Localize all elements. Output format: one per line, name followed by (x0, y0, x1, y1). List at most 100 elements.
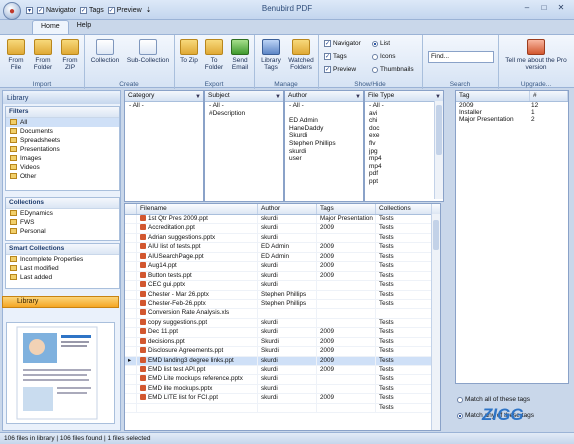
list-item[interactable]: mp4 (365, 155, 443, 163)
dropdown-icon[interactable]: ▼ (355, 92, 361, 102)
smart-item-incomplete[interactable]: Incomplete Properties (6, 255, 119, 264)
filter-item-all[interactable]: All (6, 118, 119, 127)
table-row[interactable]: Dec 11.ppt skurdi 2009 Tests (125, 328, 440, 338)
category-filter-header[interactable]: Category ▼ (125, 91, 203, 102)
table-row[interactable]: AIUSearchPage.ppt ED Admin 2009 Tests (125, 252, 440, 263)
category-filter-list[interactable]: Category ▼ - All - (124, 90, 204, 202)
filetype-filter-header[interactable]: File Type ▼ (365, 91, 443, 102)
filters-header[interactable]: Filters (6, 107, 119, 118)
collection-item-fws[interactable]: FWS (6, 218, 119, 227)
view-list-radio[interactable]: List (372, 40, 390, 47)
collection-button[interactable]: Collection (88, 39, 122, 64)
column-author[interactable]: Author (258, 204, 317, 214)
list-item[interactable]: - All - (285, 102, 363, 110)
view-icons-radio[interactable]: Icons (372, 53, 396, 60)
close-icon[interactable]: ✕ (553, 2, 569, 14)
list-item[interactable]: HaneDaddy (285, 125, 363, 133)
to-zip-button[interactable]: To Zip (178, 39, 200, 64)
tab-home[interactable]: Home (32, 20, 69, 34)
library-tags-button[interactable]: Library Tags (258, 39, 284, 71)
to-folder-button[interactable]: To Folder (202, 39, 226, 71)
column-tags[interactable]: Tags (317, 204, 376, 214)
view-thumbnails-radio[interactable]: Thumbnails (372, 66, 414, 73)
list-item[interactable]: pdf (365, 170, 443, 178)
app-menu-orb-icon[interactable]: ● (3, 2, 21, 20)
filetype-filter-list[interactable]: File Type ▼ - All - avi chi doc exe flv j… (364, 90, 444, 202)
filter-item-videos[interactable]: Videos (6, 163, 119, 172)
list-item[interactable] (285, 110, 363, 118)
maximize-icon[interactable]: □ (536, 2, 552, 14)
filter-item-documents[interactable]: Documents (6, 127, 119, 136)
table-row[interactable]: EMD Lite mockups reference.pptx skurdi Tes… (125, 375, 440, 385)
list-item[interactable]: doc (365, 125, 443, 133)
smart-collections-header[interactable]: Smart Collections (6, 244, 119, 255)
list-item[interactable]: Skurdi (285, 132, 363, 140)
table-row[interactable]: copy suggestions.ppt skurdi Tests (125, 318, 440, 329)
watched-folders-button[interactable]: Watched Folders (286, 39, 316, 71)
list-item[interactable]: Stephen Phillips (285, 140, 363, 148)
tab-help[interactable]: Help (69, 20, 99, 34)
table-row[interactable]: EMD list test API.ppt skurdi 2009 Tests (125, 366, 440, 376)
file-table-scrollbar[interactable] (431, 214, 440, 430)
filter-item-spreadsheets[interactable]: Spreadsheets (6, 136, 119, 145)
list-item[interactable]: jpg (365, 148, 443, 156)
table-row[interactable]: AIU list of tests.ppt ED Admin 2009 Tests (125, 243, 440, 253)
from-zip-button[interactable]: From ZIP (58, 39, 82, 71)
list-item[interactable]: avi (365, 110, 443, 118)
column-filename[interactable]: Filename (137, 204, 258, 214)
filetype-scrollbar[interactable] (434, 101, 443, 199)
smart-item-last-added[interactable]: Last added (6, 273, 119, 282)
list-item[interactable]: #Description (205, 110, 283, 118)
subject-filter-header[interactable]: Subject ▼ (205, 91, 283, 102)
filter-item-other[interactable]: Other (6, 172, 119, 181)
table-row[interactable]: Conversion Rate Analysis.xls (125, 309, 440, 319)
list-item[interactable]: - All - (125, 102, 203, 110)
table-row[interactable]: Chester-Feb-26.pptx Stephen Phillips Tests (125, 299, 440, 310)
author-filter-list[interactable]: Author ▼ - All - ED Admin HaneDaddy Skurd… (284, 90, 364, 202)
pro-version-button[interactable]: Tell me about the Pro version (502, 39, 570, 71)
qat-menu-icon[interactable]: ▾ (26, 6, 33, 14)
list-item[interactable]: exe (365, 132, 443, 140)
qat-customize-icon[interactable]: ⇣ (146, 6, 152, 14)
match-all-radio[interactable]: Match all of these tags (457, 396, 530, 403)
sub-collection-button[interactable]: Sub-Collection (124, 39, 172, 64)
show-preview-checkbox[interactable]: ✓ Preview (324, 66, 356, 73)
list-item[interactable]: mp4 (365, 163, 443, 171)
table-row[interactable]: Chester - Mar 26.pptx Stephen Phillips Tes… (125, 290, 440, 300)
list-item[interactable]: - All - (365, 102, 443, 110)
smart-item-last-modified[interactable]: Last modified (6, 264, 119, 273)
table-row[interactable]: decisions.ppt Skurdi 2009 Tests (125, 337, 440, 348)
table-row[interactable]: 1st Qtr Pres 2009.ppt skurdi Major Present… (125, 215, 440, 225)
tag-row[interactable]: Installer 1 (456, 109, 568, 116)
table-row[interactable]: Accreditation.ppt skurdi 2009 Tests (125, 224, 440, 234)
collections-header[interactable]: Collections (6, 198, 119, 209)
show-navigator-checkbox[interactable]: ✓ Navigator (324, 40, 361, 47)
table-row[interactable]: EMD lite mockups.pptx skurdi Tests (125, 384, 440, 395)
table-row[interactable]: CEC gui.pptx skurdi Tests (125, 281, 440, 291)
qat-navigator-toggle[interactable]: ✓ Navigator (37, 6, 76, 14)
list-item[interactable]: ppt (365, 178, 443, 186)
list-item[interactable]: skurdi (285, 148, 363, 156)
list-item[interactable]: ED Admin (285, 117, 363, 125)
list-item[interactable]: user (285, 155, 363, 163)
subject-filter-list[interactable]: Subject ▼ - All - #Description (204, 90, 284, 202)
show-tags-checkbox[interactable]: ✓ Tags (324, 53, 347, 60)
library-band[interactable]: Library (2, 296, 119, 308)
tag-row[interactable]: 2009 12 (456, 102, 568, 109)
send-email-button[interactable]: Send Email (228, 39, 252, 71)
table-row[interactable]: Tests (125, 403, 440, 414)
table-row[interactable]: Disclosure Agreements.ppt Skurdi 2009 Tests (125, 347, 440, 357)
from-folder-button[interactable]: From Folder (30, 39, 56, 71)
list-item[interactable]: chi (365, 117, 443, 125)
table-row[interactable]: EMD LITE list for FCI.ppt skurdi 2009 Tests (125, 394, 440, 404)
dropdown-icon[interactable]: ▼ (275, 92, 281, 102)
dropdown-icon[interactable]: ▼ (195, 92, 201, 102)
author-filter-header[interactable]: Author ▼ (285, 91, 363, 102)
search-input[interactable]: Find... (428, 51, 494, 63)
minimize-icon[interactable]: – (519, 2, 535, 14)
column-collections[interactable]: Collections (376, 204, 432, 214)
table-row[interactable]: Aug14.ppt skurdi 2009 Tests (125, 262, 440, 272)
table-row[interactable]: Button tests.ppt skurdi 2009 Tests (125, 271, 440, 282)
filter-item-images[interactable]: Images (6, 154, 119, 163)
filter-item-presentations[interactable]: Presentations (6, 145, 119, 154)
